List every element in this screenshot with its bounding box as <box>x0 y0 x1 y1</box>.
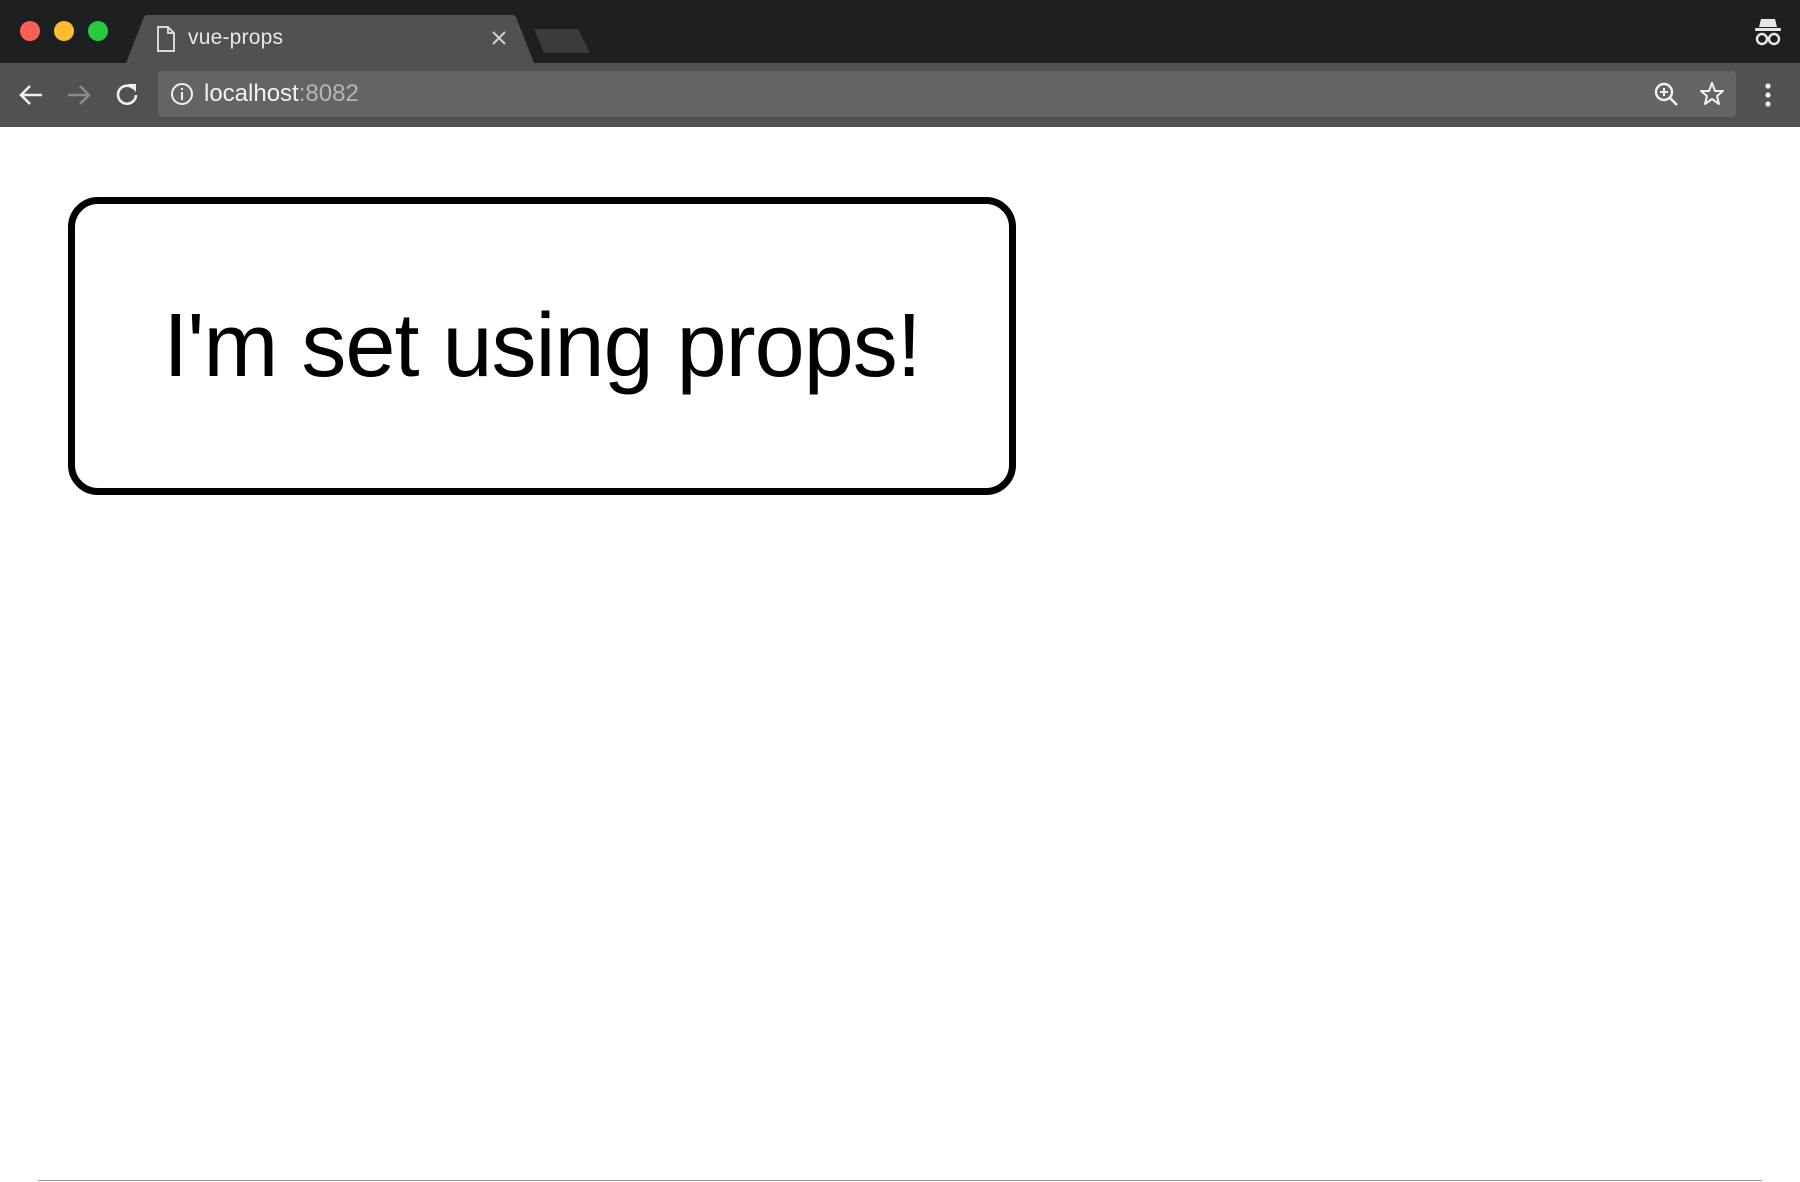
window-maximize-button[interactable] <box>88 21 108 41</box>
page-content: I'm set using props! <box>0 127 1800 1182</box>
tab-strip: vue-props <box>0 0 1800 63</box>
props-message-box: I'm set using props! <box>68 197 1016 495</box>
divider <box>38 1180 1762 1181</box>
url-host: localhost <box>204 80 299 107</box>
address-bar[interactable]: localhost:8082 <box>158 71 1736 117</box>
incognito-icon <box>1755 19 1781 46</box>
file-icon <box>157 26 175 52</box>
back-arrow-icon[interactable] <box>16 80 46 110</box>
browser-toolbar: localhost:8082 <box>0 63 1800 127</box>
active-tab[interactable]: vue-props <box>126 15 534 63</box>
props-message: I'm set using props! <box>163 295 922 396</box>
zoom-icon[interactable] <box>1652 80 1680 108</box>
reload-icon[interactable] <box>112 80 142 110</box>
close-icon[interactable] <box>490 29 508 47</box>
window-minimize-button[interactable] <box>54 21 74 41</box>
url-port: :8082 <box>298 80 359 107</box>
new-tab-button[interactable] <box>534 29 590 53</box>
forward-arrow-icon[interactable] <box>64 80 94 110</box>
info-icon[interactable] <box>170 82 194 106</box>
tab-title: vue-props <box>188 26 284 49</box>
star-icon[interactable] <box>1698 80 1726 108</box>
menu-icon[interactable] <box>1758 81 1778 109</box>
url-text[interactable]: localhost:8082 <box>204 80 359 108</box>
window-close-button[interactable] <box>20 21 40 41</box>
